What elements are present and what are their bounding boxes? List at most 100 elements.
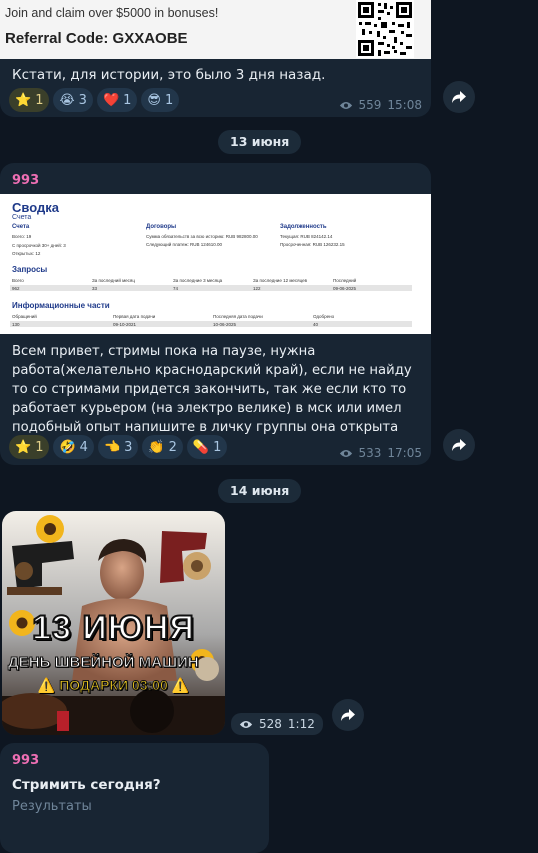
share-arrow-icon <box>452 439 466 451</box>
sender-name[interactable]: 993 <box>12 173 39 188</box>
doc-cell: 33 <box>92 286 98 291</box>
reaction-heart[interactable]: ❤️ 1 <box>96 88 138 112</box>
credit-summary-image[interactable]: Сводка Счета Счета Договоры Задолженност… <box>0 194 431 334</box>
reaction-count: 1 <box>123 92 132 108</box>
promo-banner[interactable]: Join and claim over $5000 in bonuses! Re… <box>0 0 431 59</box>
reaction-count: 3 <box>124 439 133 455</box>
doc-cell: Первая дата подачи <box>113 314 156 319</box>
reaction-crying[interactable]: 😭 3 <box>53 88 93 112</box>
view-count: 559 <box>358 98 382 112</box>
message-meta: 559 15:08 <box>339 98 422 112</box>
reaction-star[interactable]: ⭐ 1 <box>9 88 50 112</box>
reaction-count: 4 <box>79 439 88 455</box>
reaction-sunglasses[interactable]: 😎 1 <box>141 88 180 112</box>
eye-icon <box>339 449 352 457</box>
doc-cell: Одобрено <box>313 314 335 319</box>
date-separator: 13 июня <box>218 130 302 154</box>
message-meta: 533 17:05 <box>339 446 422 460</box>
reaction-count: 2 <box>168 439 177 455</box>
share-arrow-icon <box>452 91 466 103</box>
message-text: Кстати, для истории, это было 3 дня наза… <box>12 67 326 83</box>
message-time: 1:12 <box>287 717 315 731</box>
doc-line: С просрочкой 30+ дней: 3 <box>12 243 66 248</box>
poster-gifts-label: ⚠️ ПОДАРКИ 03:00 ⚠️ <box>37 677 190 694</box>
sender-name[interactable]: 993 <box>12 753 39 768</box>
doc-line: Следующий платеж: RUB 124610.00 <box>146 242 222 247</box>
poll-message-bubble[interactable]: 993 Стримить сегодня? Результаты <box>0 743 269 853</box>
reaction-star[interactable]: ⭐ 1 <box>9 435 50 459</box>
clapping-hands-icon: 👏 <box>148 439 165 455</box>
message-bubble[interactable]: Join and claim over $5000 in bonuses! Re… <box>0 0 431 117</box>
message-time: 17:05 <box>387 446 422 460</box>
reaction-count: 1 <box>35 92 44 108</box>
doc-cell: 74 <box>173 286 179 291</box>
poster-subtitle: ДЕНЬ ШВЕЙНОЙ МАШИН <box>8 654 200 672</box>
rofl-face-icon: 🤣 <box>59 439 76 455</box>
reaction-count: 1 <box>164 92 174 108</box>
doc-cell: За последние 3 месяца <box>173 278 223 283</box>
referral-code: Referral Code: GXXAOBE <box>5 30 188 47</box>
doc-cell: Последняя дата подачи <box>213 314 263 319</box>
reaction-count: 1 <box>213 439 222 455</box>
view-count: 528 <box>259 717 282 731</box>
doc-cell: За последний месяц <box>92 278 135 283</box>
doc-cell: Обращений <box>12 314 37 319</box>
doc-cell: 962 <box>12 286 20 291</box>
forward-button[interactable] <box>443 429 475 461</box>
doc-subtitle: Счета <box>12 214 32 221</box>
pointing-hand-icon: 👈 <box>103 439 121 455</box>
doc-cell: 09-06-2025 <box>333 286 357 291</box>
date-separator: 14 июня <box>218 479 302 503</box>
poll-results-label[interactable]: Результаты <box>12 799 92 814</box>
doc-contracts-heading: Договоры <box>146 224 177 230</box>
doc-cell: 10-06-2025 <box>213 322 237 327</box>
reaction-clap[interactable]: 👏 2 <box>142 435 183 459</box>
reactions-row: ⭐ 1 😭 3 ❤️ 1 😎 1 <box>9 88 180 112</box>
sunglasses-face-icon: 😎 <box>147 92 161 108</box>
doc-cell: Всего <box>12 278 24 283</box>
pill-icon: 💊 <box>192 439 210 455</box>
doc-info-heading: Информационные части <box>12 301 110 310</box>
poster-title: 13 ИЮНЯ <box>31 608 195 648</box>
doc-debt-heading: Задолженность <box>280 224 327 230</box>
doc-cell: 40 <box>313 322 319 327</box>
star-icon: ⭐ <box>15 92 32 108</box>
promo-text: Join and claim over $5000 in bonuses! <box>5 6 219 20</box>
doc-accounts-heading: Счета <box>12 224 30 230</box>
forward-button[interactable] <box>332 699 364 731</box>
poster-image[interactable]: 13 ИЮНЯ ДЕНЬ ШВЕЙНОЙ МАШИН ⚠️ ПОДАРКИ 03… <box>2 511 225 735</box>
heart-icon: ❤️ <box>102 92 120 108</box>
reaction-rofl[interactable]: 🤣 4 <box>53 435 94 459</box>
doc-line: Текущая: RUB 824142.14 <box>280 234 333 239</box>
reaction-count: 3 <box>78 92 87 108</box>
crying-face-icon: 😭 <box>59 92 75 108</box>
doc-line: Всего: 19 <box>12 234 32 239</box>
doc-title: Сводка <box>12 200 59 215</box>
message-text: Всем привет, стримы пока на паузе, нужна… <box>12 344 412 435</box>
forward-button[interactable] <box>443 81 475 113</box>
reaction-point[interactable]: 👈 3 <box>97 435 139 459</box>
doc-cell: 09-10-2021 <box>113 322 137 327</box>
doc-line: Сумма обязательств за всю историю: RUB 9… <box>146 234 258 239</box>
poll-question: Стримить сегодня? <box>12 777 161 793</box>
eye-icon <box>239 720 253 728</box>
doc-requests-heading: Запросы <box>12 265 48 274</box>
doc-line: Просроченная: RUB 126232.15 <box>280 242 345 247</box>
reactions-row: ⭐ 1 🤣 4 👈 3 👏 2 💊 1 <box>9 435 228 459</box>
doc-cell: 130 <box>12 322 20 327</box>
doc-cell: За последние 12 месяцев <box>253 278 308 283</box>
view-count: 533 <box>358 446 382 460</box>
doc-cell: Последний <box>333 278 357 283</box>
doc-row-bar <box>10 321 412 327</box>
qr-code <box>356 0 414 58</box>
doc-cell: 122 <box>253 286 261 291</box>
doc-line: Открытых: 12 <box>12 251 41 256</box>
message-bubble[interactable]: 993 Сводка Счета Счета Договоры Задолжен… <box>0 163 431 465</box>
star-icon: ⭐ <box>15 439 32 455</box>
reaction-count: 1 <box>35 439 44 455</box>
message-meta: 528 1:12 <box>231 713 323 735</box>
share-arrow-icon <box>341 709 355 721</box>
message-time: 15:08 <box>387 98 422 112</box>
reaction-pill[interactable]: 💊 1 <box>186 435 228 459</box>
eye-icon <box>339 101 352 109</box>
